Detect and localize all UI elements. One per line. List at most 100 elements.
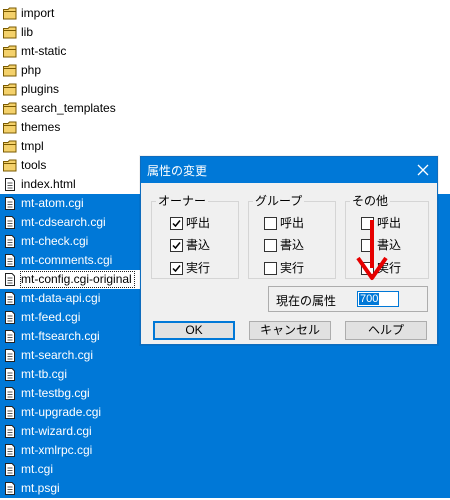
current-attr-label: 現在の属性 (276, 294, 337, 308)
file-name: themes (21, 120, 61, 134)
group-group-label: グループ (253, 194, 305, 208)
file-icon (5, 463, 15, 476)
folder-icon (3, 121, 17, 134)
file-row[interactable]: mt-tb.cgi (0, 365, 450, 384)
file-name: mt-comments.cgi (21, 253, 113, 267)
file-name: mt-tb.cgi (21, 367, 68, 381)
current-attr-input[interactable]: 700 (357, 291, 399, 307)
file-row[interactable]: mt-static (0, 42, 450, 61)
file-name: mt-xmlrpc.cgi (21, 443, 93, 457)
file-name: mt-testbg.cgi (21, 386, 90, 400)
file-row[interactable]: mt-upgrade.cgi (0, 403, 450, 422)
file-row[interactable]: import (0, 4, 450, 23)
file-icon (5, 482, 15, 495)
file-name: mt.cgi (21, 462, 54, 476)
folder-icon (3, 102, 17, 115)
checkbox-label: 実行 (186, 261, 211, 275)
file-name: tools (21, 158, 47, 172)
owner-group: オーナー 呼出 書込 実行 (151, 194, 239, 279)
checkbox-label: 書込 (186, 238, 211, 252)
file-name: php (21, 63, 42, 77)
folder-icon (3, 7, 17, 20)
file-name: mt-check.cgi (21, 234, 89, 248)
folder-icon (3, 83, 17, 96)
cancel-button[interactable]: キャンセル (249, 321, 331, 340)
file-icon (5, 311, 15, 324)
checkbox-box (170, 217, 183, 230)
file-row[interactable]: mt-wizard.cgi (0, 422, 450, 441)
file-row[interactable]: mt.cgi (0, 460, 450, 479)
checkbox-label: 実行 (280, 261, 305, 275)
checkbox-box (264, 217, 277, 230)
annotation-arrow-icon (356, 220, 388, 280)
file-name: mt-ftsearch.cgi (21, 329, 100, 343)
checkmark-icon (172, 242, 181, 250)
file-row[interactable]: mt-testbg.cgi (0, 384, 450, 403)
file-name: mt-wizard.cgi (21, 424, 92, 438)
file-name: mt-data-api.cgi (21, 291, 101, 305)
file-icon (5, 349, 15, 362)
file-name: mt-cdsearch.cgi (21, 215, 106, 229)
checkmark-icon (172, 265, 181, 273)
file-icon (5, 425, 15, 438)
file-name: index.html (21, 177, 76, 191)
file-name: tmpl (21, 139, 44, 153)
file-name: mt-config.cgi-original (20, 271, 135, 288)
file-name: mt.psgi (21, 481, 60, 495)
folder-icon (3, 26, 17, 39)
file-row[interactable]: search_templates (0, 99, 450, 118)
checkbox-box (264, 262, 277, 275)
file-name: mt-upgrade.cgi (21, 405, 102, 419)
folder-icon (3, 64, 17, 77)
file-name: mt-search.cgi (21, 348, 94, 362)
file-icon (5, 292, 15, 305)
dialog-title: 属性の変更 (147, 164, 208, 178)
file-icon (5, 216, 15, 229)
checkbox-box (170, 262, 183, 275)
other-group-label: その他 (350, 194, 391, 208)
file-row[interactable]: mt.psgi (0, 479, 450, 498)
file-icon (5, 235, 15, 248)
file-name: import (21, 6, 55, 20)
group-group: グループ 呼出 書込 実行 (248, 194, 336, 279)
current-attr-box: 現在の属性 700 (268, 286, 428, 312)
file-row[interactable]: mt-search.cgi (0, 346, 450, 365)
checkbox-label: 呼出 (280, 216, 305, 230)
ok-button[interactable]: OK (153, 321, 235, 340)
checkbox-label: 呼出 (186, 216, 211, 230)
help-button[interactable]: ヘルプ (345, 321, 427, 340)
file-name: lib (21, 25, 34, 39)
file-row[interactable]: php (0, 61, 450, 80)
file-icon (5, 273, 15, 286)
file-name: plugins (21, 82, 60, 96)
current-attr-value: 700 (359, 293, 380, 305)
checkbox-label: 書込 (280, 238, 305, 252)
file-name: search_templates (21, 101, 116, 115)
checkbox-box (170, 239, 183, 252)
file-icon (5, 368, 15, 381)
checkmark-icon (172, 220, 181, 228)
file-icon (5, 444, 15, 457)
checkbox-box (264, 239, 277, 252)
file-row[interactable]: themes (0, 118, 450, 137)
folder-icon (3, 140, 17, 153)
file-icon (5, 178, 15, 191)
dialog-titlebar[interactable]: 属性の変更 (141, 157, 437, 183)
file-icon (5, 387, 15, 400)
folder-icon (3, 159, 17, 172)
file-icon (5, 406, 15, 419)
file-icon (5, 254, 15, 267)
file-icon (5, 330, 15, 343)
folder-icon (3, 45, 17, 58)
close-icon[interactable] (413, 160, 433, 180)
file-name: mt-atom.cgi (21, 196, 84, 210)
file-row[interactable]: plugins (0, 80, 450, 99)
file-name: mt-feed.cgi (21, 310, 81, 324)
file-row[interactable]: tmpl (0, 137, 450, 156)
file-row[interactable]: mt-xmlrpc.cgi (0, 441, 450, 460)
attributes-dialog: 属性の変更 オーナー 呼出 書込 実行 グループ 呼出 書込 実行 その他 呼出… (140, 156, 438, 345)
file-name: mt-static (21, 44, 67, 58)
owner-group-label: オーナー (156, 194, 209, 208)
file-icon (5, 197, 15, 210)
file-row[interactable]: lib (0, 23, 450, 42)
